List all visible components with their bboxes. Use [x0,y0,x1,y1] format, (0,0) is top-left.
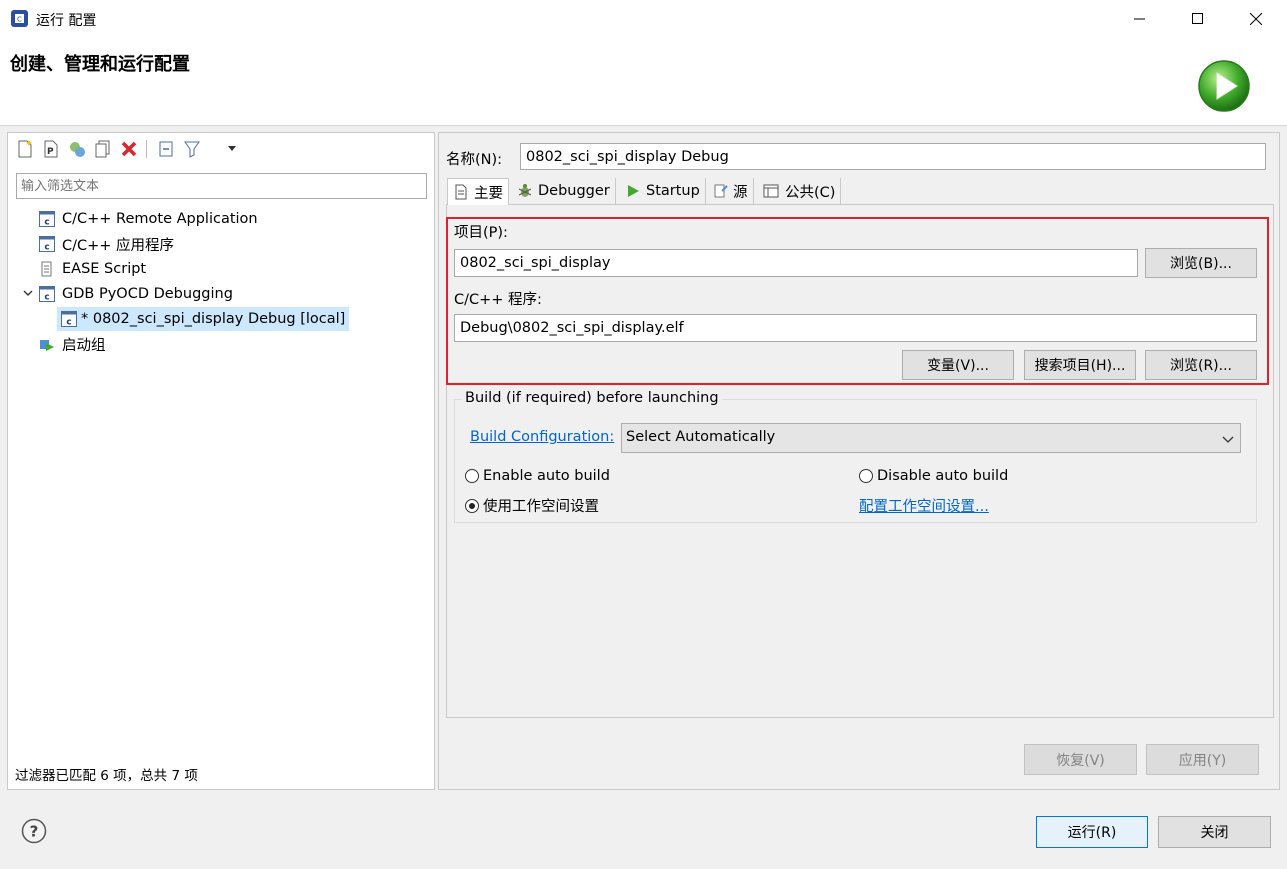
common-tab-icon [763,184,779,198]
tab-label: Debugger [538,183,610,199]
build-configuration-value: Select Automatically [626,429,776,445]
apply-button[interactable]: 应用(Y) [1146,744,1259,775]
svg-text:c: c [44,218,49,228]
svg-text:P: P [47,147,54,157]
enable-auto-build-radio[interactable] [465,469,479,483]
document-icon [455,184,467,200]
collapse-all-icon[interactable] [156,139,176,159]
tree-item-label: C/C++ Remote Application [62,211,258,227]
cpp-launch-icon: c [61,311,77,327]
run-banner-icon [1197,58,1253,114]
new-configuration-icon[interactable] [15,139,35,159]
svg-text:C: C [17,16,22,24]
bug-icon [518,184,532,197]
tab-debugger[interactable]: Debugger [512,178,616,204]
cpp-launch-icon: c [39,286,55,302]
radio-label: 使用工作空间设置 [483,499,599,515]
launch-group-icon [40,340,54,351]
script-icon [41,261,52,277]
tree-item-label: C/C++ 应用程序 [62,237,175,254]
close-button[interactable]: 关闭 [1158,816,1271,848]
tree-item-cpp-remote[interactable]: c C/C++ Remote Application [39,207,258,231]
tab-main[interactable]: 主要 [447,178,509,205]
view-menu-dropdown-icon[interactable] [224,139,244,159]
radio-label: Enable auto build [483,468,610,484]
revert-button[interactable]: 恢复(V) [1024,744,1137,775]
svg-text:?: ? [30,823,39,841]
cpp-launch-icon: c [39,211,55,227]
tree-item-label: EASE Script [62,261,147,277]
project-input[interactable] [454,249,1138,277]
tree-item-ease-script[interactable]: EASE Script [39,257,146,281]
tree-item-cpp-application[interactable]: c C/C++ 应用程序 [39,232,174,256]
tab-label: 源 [733,184,748,201]
tab-source[interactable]: 源 [708,178,754,204]
duplicate-configuration-icon[interactable] [93,139,113,159]
svg-text:c: c [44,293,49,303]
tab-label: Startup [646,183,700,199]
window-title: 运行 配置 [36,13,97,29]
build-group-title: Build (if required) before launching [461,390,723,406]
disable-auto-build-radio[interactable] [859,469,873,483]
toolbar-separator [146,140,147,158]
svg-text:c: c [44,243,49,253]
page-title: 创建、管理和运行配置 [10,54,190,75]
program-input[interactable] [454,314,1257,342]
expand-chevron-icon[interactable] [22,287,34,299]
svg-text:c: c [66,318,71,328]
build-configuration-select[interactable]: Select Automatically [621,423,1241,453]
tree-item-0802-debug[interactable]: c * 0802_sci_spi_display Debug [local] [61,307,345,331]
filter-input[interactable] [16,173,427,199]
dialog-header: 创建、管理和运行配置 [0,38,1287,126]
cpp-launch-icon: c [39,236,55,252]
enable-auto-build-option[interactable]: Enable auto build [465,468,610,484]
export-configuration-icon[interactable] [67,139,87,159]
tree-item-gdb-pyocd[interactable]: c GDB PyOCD Debugging [39,282,233,306]
name-input[interactable] [520,143,1266,170]
tree-item-launch-group[interactable]: 启动组 [39,332,106,356]
radio-label: Disable auto build [877,468,1009,484]
delete-configuration-icon[interactable] [119,139,139,159]
title-bar: C 运行 配置 [0,0,1287,38]
use-workspace-settings-option[interactable]: 使用工作空间设置 [465,495,599,516]
run-button[interactable]: 运行(R) [1036,816,1148,848]
disable-auto-build-option[interactable]: Disable auto build [859,468,1008,484]
maximize-button[interactable] [1169,0,1227,38]
minimize-button[interactable] [1111,0,1169,38]
name-label: 名称(N): [446,152,503,168]
search-project-button[interactable]: 搜索项目(H)... [1024,350,1136,380]
variables-button[interactable]: 变量(V)... [902,350,1014,380]
play-icon [628,185,639,197]
tab-startup[interactable]: Startup [621,178,706,204]
configure-workspace-link[interactable]: 配置工作空间设置... [859,495,989,516]
use-workspace-settings-radio[interactable] [465,498,479,513]
tree-item-label: 启动组 [62,337,106,354]
tab-common[interactable]: 公共(C) [758,178,842,204]
close-window-button[interactable] [1227,0,1285,38]
build-configuration-link[interactable]: Build Configuration: [470,429,614,445]
new-prototype-icon[interactable]: P [41,139,61,159]
app-icon: C [10,9,29,28]
chevron-down-icon [1222,436,1234,443]
tree-item-label: GDB PyOCD Debugging [62,286,233,302]
browse-program-button[interactable]: 浏览(R)... [1145,350,1257,380]
program-label: C/C++ 程序: [454,292,542,308]
help-icon[interactable]: ? [21,818,47,844]
configuration-list-pane: P c C/C++ Remote Application c C/C++ 应用程… [7,132,435,790]
configuration-editor-pane: 名称(N): 主要 Debugger Startup 源 公共(C) 项目(P)… [438,132,1280,790]
filter-status-text: 过滤器已匹配 6 项，总共 7 项 [15,768,198,784]
source-lookup-icon [714,184,728,198]
tree-item-label: * 0802_sci_spi_display Debug [local] [81,311,346,327]
tab-label: 主要 [474,185,503,202]
tab-label: 公共(C) [785,184,836,201]
browse-project-button[interactable]: 浏览(B)... [1145,248,1257,278]
project-label: 项目(P): [454,225,508,241]
filter-icon[interactable] [182,139,202,159]
